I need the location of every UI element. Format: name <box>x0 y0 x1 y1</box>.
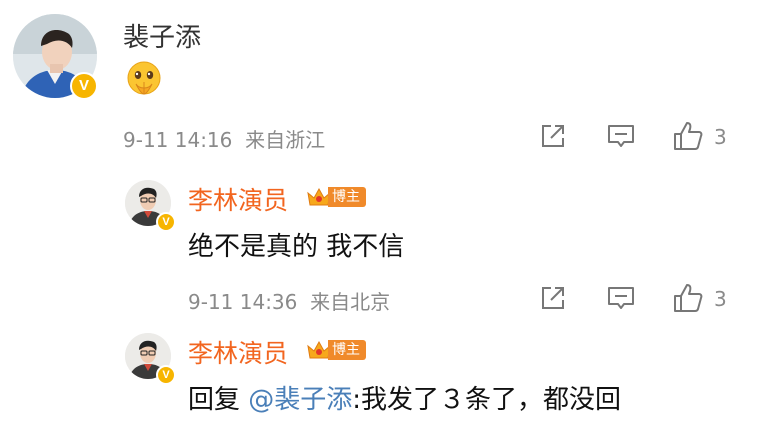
comment-icon <box>608 287 634 309</box>
thumbs-up-icon <box>674 284 703 312</box>
blogger-badge-label: 博主 <box>328 340 366 360</box>
reply-text: :我发了３条了，都没回 <box>352 385 622 415</box>
share-button[interactable] <box>538 121 568 151</box>
blogger-badge-label: 博主 <box>328 187 366 207</box>
like-count: 3 <box>714 287 727 311</box>
reply-timestamp: 9-11 14:36 <box>188 290 298 314</box>
verified-badge-icon: V <box>156 365 176 385</box>
comment-button[interactable] <box>606 121 636 151</box>
reply-prefix: 回复 <box>188 385 249 415</box>
comment-author-name[interactable]: 裴子添 <box>123 17 201 54</box>
like-button[interactable] <box>672 120 704 152</box>
comment-timestamp: 9-11 14:16 <box>123 128 233 152</box>
like-count: 3 <box>714 125 727 149</box>
share-icon <box>542 125 564 147</box>
share-button[interactable] <box>538 283 568 313</box>
reply-author-name[interactable]: 李林演员 <box>188 181 288 217</box>
verified-badge-icon: V <box>156 212 176 232</box>
verified-badge-icon: V <box>70 72 98 100</box>
pleading-hands-emoji-icon <box>125 60 163 98</box>
like-button[interactable] <box>672 282 704 314</box>
reply-author-name[interactable]: 李林演员 <box>188 334 288 370</box>
comment-button[interactable] <box>606 283 636 313</box>
reply-text: 绝不是真的 我不信 <box>188 232 405 262</box>
blogger-badge: 博主 <box>306 339 366 361</box>
comment-icon <box>608 125 634 147</box>
blogger-badge: 博主 <box>306 186 366 208</box>
thumbs-up-icon <box>674 122 703 150</box>
comment-location: 来自浙江 <box>245 128 326 152</box>
mention-link[interactable]: @裴子添 <box>248 385 352 415</box>
share-icon <box>542 287 564 309</box>
reply-location: 来自北京 <box>310 290 391 314</box>
reply-text-line: 回复 @裴子添:我发了３条了，都没回 <box>188 379 621 416</box>
